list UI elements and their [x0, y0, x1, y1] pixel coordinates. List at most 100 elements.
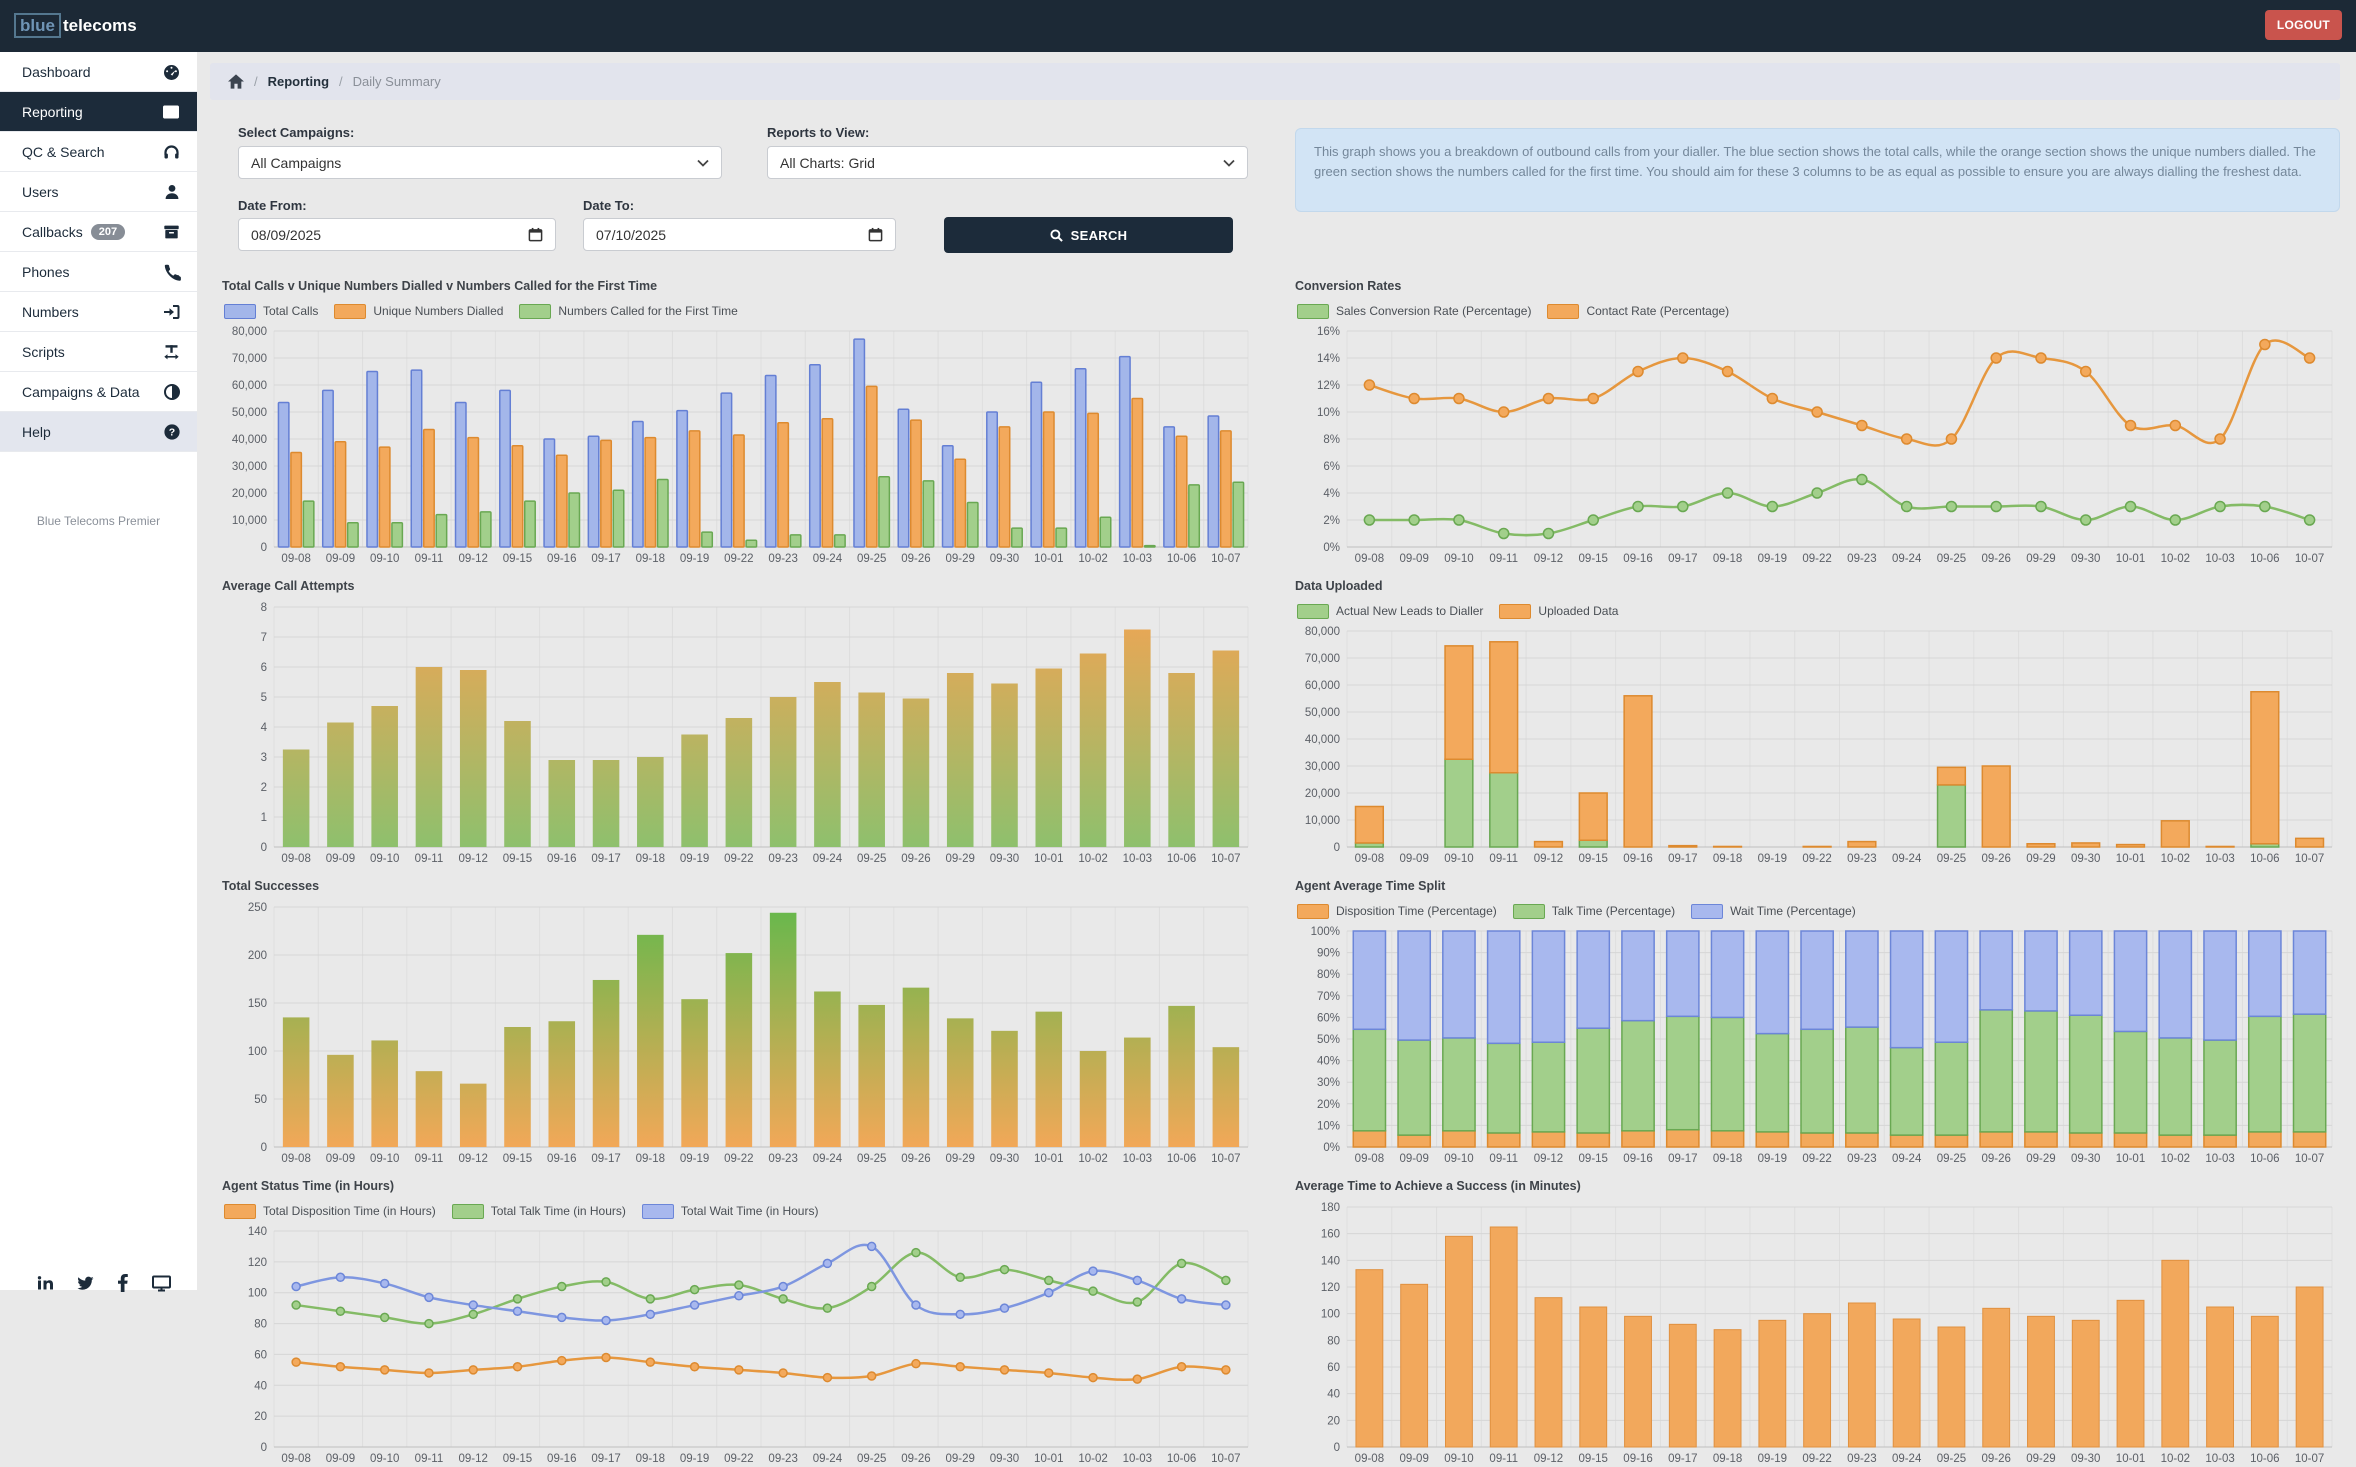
svg-text:7: 7: [261, 632, 267, 644]
svg-text:09-09: 09-09: [1399, 1453, 1428, 1465]
sidebar-item-reporting[interactable]: Reporting: [0, 92, 197, 132]
svg-text:09-15: 09-15: [503, 1453, 532, 1465]
sidebar-item-numbers[interactable]: Numbers: [0, 292, 197, 332]
svg-text:09-19: 09-19: [1758, 1453, 1787, 1465]
svg-text:09-17: 09-17: [1668, 553, 1697, 565]
facebook-icon[interactable]: [117, 1274, 129, 1292]
info-box-text: This graph shows you a breakdown of outb…: [1314, 144, 2316, 179]
svg-text:09-08: 09-08: [1355, 1453, 1384, 1465]
monitor-icon[interactable]: [151, 1274, 172, 1292]
legend-item: Talk Time (Percentage): [1513, 904, 1675, 919]
svg-text:09-23: 09-23: [768, 1153, 797, 1165]
chart-agent-status-time: Agent Status Time (in Hours) Total Dispo…: [222, 1179, 1256, 1467]
chart-title: Agent Status Time (in Hours): [222, 1179, 1256, 1195]
sidebar-item-campaigns-data[interactable]: Campaigns & Data: [0, 372, 197, 412]
svg-text:09-24: 09-24: [813, 1153, 843, 1165]
svg-text:6: 6: [261, 662, 267, 674]
svg-text:09-09: 09-09: [1399, 1153, 1428, 1165]
sidebar-item-label: QC & Search: [22, 144, 104, 160]
svg-text:8: 8: [261, 602, 267, 614]
date-to-value: 07/10/2025: [596, 227, 666, 243]
svg-text:10-07: 10-07: [2295, 1453, 2324, 1465]
svg-text:09-17: 09-17: [591, 553, 620, 565]
svg-text:2%: 2%: [1323, 515, 1340, 527]
svg-text:09-26: 09-26: [1981, 1153, 2010, 1165]
svg-text:10-07: 10-07: [1211, 1153, 1240, 1165]
date-to-input[interactable]: 07/10/2025: [583, 218, 896, 251]
svg-text:09-12: 09-12: [1534, 1153, 1563, 1165]
svg-text:09-29: 09-29: [2026, 1153, 2055, 1165]
legend-swatch: [224, 1204, 256, 1219]
svg-text:100: 100: [1321, 1309, 1340, 1321]
campaigns-select-value: All Campaigns: [251, 155, 341, 171]
sidebar-item-phones[interactable]: Phones: [0, 252, 197, 292]
svg-text:09-26: 09-26: [901, 853, 930, 865]
svg-text:80: 80: [254, 1319, 267, 1331]
chart-conversion-rates: Conversion Rates Sales Conversion Rate (…: [1295, 279, 2340, 567]
svg-text:09-23: 09-23: [1847, 1453, 1876, 1465]
sidebar-item-scripts[interactable]: Scripts: [0, 332, 197, 372]
svg-text:60: 60: [254, 1349, 267, 1361]
svg-text:09-26: 09-26: [901, 1453, 930, 1465]
svg-text:09-09: 09-09: [326, 853, 355, 865]
svg-text:180: 180: [1321, 1202, 1340, 1214]
svg-text:140: 140: [1321, 1255, 1340, 1267]
svg-text:09-18: 09-18: [1713, 553, 1742, 565]
logo-blue-text: blue: [14, 13, 61, 38]
campaigns-select[interactable]: All Campaigns: [238, 146, 722, 179]
svg-text:160: 160: [1321, 1229, 1340, 1241]
svg-text:09-26: 09-26: [1981, 853, 2010, 865]
svg-text:09-19: 09-19: [1758, 853, 1787, 865]
chart-title: Conversion Rates: [1295, 279, 2340, 295]
svg-text:09-19: 09-19: [1758, 1153, 1787, 1165]
svg-text:09-29: 09-29: [946, 553, 975, 565]
legend-item: Actual New Leads to Dialler: [1297, 604, 1483, 619]
phone-icon: [163, 263, 181, 281]
breadcrumb: / Reporting / Daily Summary: [210, 63, 2340, 100]
chart-plot: 010,00020,00030,00040,00050,00060,00070,…: [222, 325, 1256, 567]
svg-text:09-15: 09-15: [503, 1153, 532, 1165]
svg-text:70,000: 70,000: [232, 353, 267, 365]
svg-text:14%: 14%: [1317, 353, 1340, 365]
sidebar-item-dashboard[interactable]: Dashboard: [0, 52, 197, 92]
twitter-icon[interactable]: [76, 1274, 95, 1292]
legend-item: Uploaded Data: [1499, 604, 1618, 619]
svg-text:09-12: 09-12: [1534, 853, 1563, 865]
svg-text:09-10: 09-10: [1444, 1153, 1473, 1165]
search-button[interactable]: SEARCH: [944, 217, 1233, 253]
breadcrumb-section[interactable]: Reporting: [268, 74, 329, 89]
svg-text:1: 1: [261, 812, 267, 824]
sidebar-item-label: Phones: [22, 264, 69, 280]
sidebar-item-help[interactable]: Help ?: [0, 412, 197, 452]
svg-text:09-15: 09-15: [1579, 853, 1608, 865]
svg-text:09-12: 09-12: [1534, 553, 1563, 565]
sidebar-item-qc-search[interactable]: QC & Search: [0, 132, 197, 172]
svg-text:09-29: 09-29: [2026, 1453, 2055, 1465]
linkedin-icon[interactable]: [36, 1274, 54, 1292]
svg-text:09-12: 09-12: [459, 553, 488, 565]
chart-plot: 010,00020,00030,00040,00050,00060,00070,…: [1295, 625, 2340, 867]
home-icon[interactable]: [228, 74, 244, 89]
sidebar: Dashboard Reporting QC & Search Users Ca…: [0, 52, 197, 1290]
svg-text:10-03: 10-03: [1123, 1153, 1152, 1165]
svg-text:10-02: 10-02: [1078, 1453, 1107, 1465]
svg-text:10-02: 10-02: [2161, 553, 2190, 565]
svg-text:09-11: 09-11: [415, 1153, 444, 1165]
svg-text:09-29: 09-29: [946, 853, 975, 865]
legend-label: Talk Time (Percentage): [1552, 904, 1675, 918]
svg-text:09-17: 09-17: [591, 1453, 620, 1465]
legend-swatch: [1691, 904, 1723, 919]
reports-select[interactable]: All Charts: Grid: [767, 146, 1248, 179]
svg-text:09-10: 09-10: [1444, 853, 1473, 865]
svg-text:30%: 30%: [1317, 1077, 1340, 1089]
svg-text:10-03: 10-03: [1123, 553, 1152, 565]
logout-button[interactable]: LOGOUT: [2265, 10, 2342, 40]
svg-text:10,000: 10,000: [1305, 815, 1340, 827]
sidebar-item-callbacks[interactable]: Callbacks 207: [0, 212, 197, 252]
svg-text:09-10: 09-10: [370, 1453, 399, 1465]
date-from-input[interactable]: 08/09/2025: [238, 218, 556, 251]
legend-label: Wait Time (Percentage): [1730, 904, 1856, 918]
legend-label: Unique Numbers Dialled: [373, 304, 503, 318]
svg-text:16%: 16%: [1317, 326, 1340, 338]
sidebar-item-users[interactable]: Users: [0, 172, 197, 212]
